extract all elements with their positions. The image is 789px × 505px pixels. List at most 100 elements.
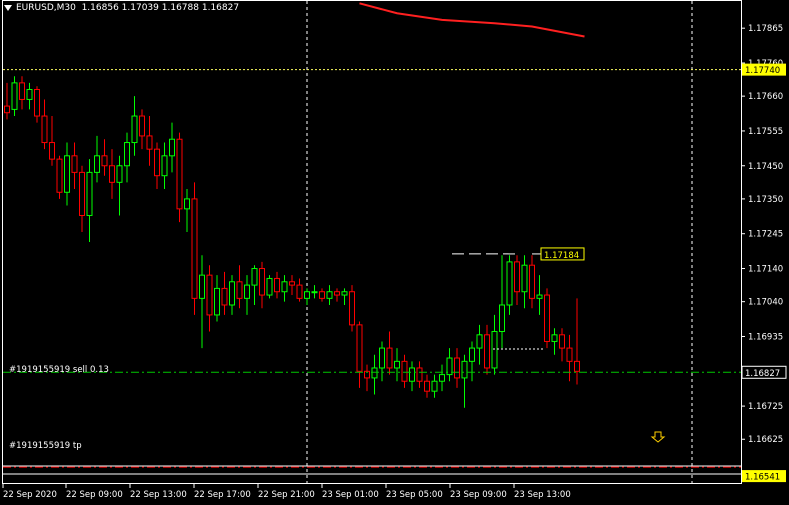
- candle: [4, 82, 10, 120]
- candle-body: [191, 198, 198, 299]
- ohlc-high: 1.17039: [121, 3, 159, 13]
- candle: [416, 361, 423, 388]
- candle: [259, 261, 265, 309]
- candle-body: [49, 142, 55, 160]
- candle: [574, 298, 580, 385]
- candle-body: [199, 274, 205, 299]
- candle: [401, 354, 408, 388]
- candle: [191, 182, 198, 315]
- candle-body: [529, 264, 535, 299]
- candle: [221, 271, 228, 315]
- candle-body: [484, 334, 490, 369]
- candle-body: [124, 142, 130, 167]
- crosshair-price-label: 1.17740: [745, 66, 780, 76]
- candle: [64, 142, 70, 206]
- candle: [371, 354, 378, 395]
- candle-body: [476, 334, 483, 349]
- candle-body: [491, 331, 498, 369]
- candle-body: [289, 281, 295, 286]
- candle-body: [94, 155, 100, 173]
- candle-body: [424, 380, 430, 392]
- candle-body: [356, 324, 363, 372]
- candle: [79, 165, 85, 233]
- candle: [469, 341, 475, 382]
- candle-body: [229, 281, 235, 306]
- price-axis-label: 1.17245: [748, 230, 783, 240]
- time-axis-label: 23 Sep 13:00: [514, 490, 571, 500]
- dropdown-triangle-icon[interactable]: [4, 4, 12, 11]
- price-axis-label: 1.17660: [748, 92, 783, 102]
- down-arrow-shape: [650, 431, 666, 443]
- price-axis-label: 1.17865: [748, 24, 783, 34]
- candle-body: [71, 155, 78, 173]
- tp-order-label[interactable]: #1919155919 tp: [9, 441, 82, 451]
- candle: [176, 132, 183, 223]
- candle-body: [214, 287, 220, 316]
- price-axis-label: 1.17140: [748, 265, 783, 275]
- candle-body: [34, 89, 40, 117]
- candle: [131, 96, 138, 156]
- candle: [154, 142, 160, 189]
- candle-body: [4, 105, 10, 114]
- candle: [349, 285, 355, 332]
- current-price-label: 1.16827: [745, 369, 780, 379]
- candle-body: [266, 277, 273, 296]
- candle: [116, 155, 123, 216]
- sell-order-label[interactable]: #1919155919 sell 0.13: [9, 365, 109, 375]
- candle: [424, 374, 430, 398]
- candle-body: [64, 155, 70, 193]
- candle: [34, 86, 40, 123]
- candle-body: [154, 148, 160, 177]
- candle: [49, 116, 55, 166]
- candle: [41, 99, 48, 150]
- price-axis-label: 1.17350: [748, 195, 783, 205]
- candle: [214, 275, 220, 322]
- candle: [431, 374, 438, 398]
- candle: [311, 285, 318, 299]
- candle-body: [41, 115, 48, 144]
- candle-body: [439, 374, 445, 382]
- candle: [551, 328, 558, 355]
- candle-body: [379, 347, 385, 369]
- candle-body: [221, 287, 228, 306]
- candle-body: [101, 155, 108, 167]
- candle: [206, 265, 213, 332]
- candle-body: [341, 291, 348, 296]
- time-axis-label: 23 Sep 01:00: [322, 490, 379, 500]
- candle: [11, 76, 18, 117]
- price-axis-label: 1.16935: [748, 332, 783, 342]
- candle-body: [176, 138, 183, 210]
- ohlc-open: 1.16856: [81, 3, 119, 13]
- ohlc-close: 1.16827: [201, 3, 240, 13]
- candle-body: [146, 135, 153, 150]
- candle-body: [131, 115, 138, 144]
- candle: [274, 271, 280, 299]
- tp-price-label: 1.16541: [745, 473, 780, 483]
- candle: [139, 109, 145, 150]
- candle-body: [304, 291, 310, 299]
- candle: [289, 275, 295, 296]
- time-axis-label: 22 Sep 2020: [3, 490, 57, 500]
- candle: [199, 255, 205, 349]
- candle-body: [469, 347, 475, 362]
- candle: [476, 324, 483, 365]
- candle: [484, 324, 490, 375]
- candle-body: [281, 281, 288, 293]
- chart-canvas[interactable]: 1.17184 1.178651.177601.176601.175551.17…: [0, 0, 789, 505]
- candle-body: [431, 380, 438, 392]
- candle: [56, 155, 63, 199]
- candle: [566, 334, 573, 382]
- candle-body: [139, 115, 145, 137]
- price-axis-label: 1.16625: [748, 435, 783, 445]
- candle: [109, 149, 115, 199]
- candle-body: [349, 291, 355, 326]
- candle-body: [109, 165, 115, 183]
- symbol-timeframe: EURUSD,M30: [16, 3, 76, 13]
- candle: [379, 341, 385, 382]
- candle: [229, 275, 235, 315]
- candle: [94, 135, 100, 183]
- candle-body: [536, 294, 543, 299]
- candle: [184, 188, 190, 233]
- candle: [446, 348, 453, 382]
- candle: [251, 265, 258, 305]
